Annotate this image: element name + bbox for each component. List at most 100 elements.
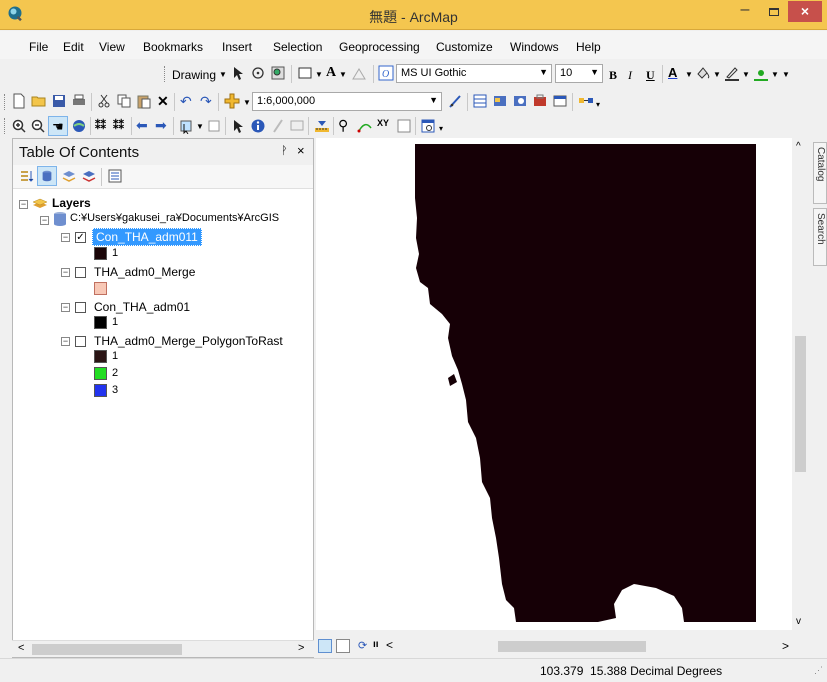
rectangle-dropdown-icon[interactable]: ▼ bbox=[315, 70, 323, 79]
save-icon[interactable] bbox=[51, 93, 67, 109]
layer-visibility-checkbox[interactable] bbox=[75, 336, 86, 347]
table-of-contents-icon[interactable] bbox=[472, 93, 488, 109]
refresh-icon[interactable]: ⟳ bbox=[358, 639, 367, 652]
add-data-icon[interactable] bbox=[224, 93, 240, 109]
go-to-xy-icon[interactable]: XY bbox=[377, 118, 389, 128]
toolbar-options-icon[interactable]: ▾ bbox=[439, 124, 443, 133]
expander-collapse[interactable]: − bbox=[40, 216, 49, 225]
pause-icon[interactable]: ıı bbox=[373, 639, 379, 650]
scroll-up-icon[interactable]: ^ bbox=[796, 141, 801, 152]
font-color-button[interactable]: A bbox=[668, 65, 677, 80]
maximize-button[interactable] bbox=[761, 2, 787, 22]
select-elements-icon[interactable] bbox=[230, 65, 246, 81]
time-slider-icon[interactable] bbox=[396, 118, 412, 134]
new-text-icon[interactable]: A bbox=[326, 65, 336, 81]
menu-customize[interactable]: Customize bbox=[436, 40, 493, 54]
clear-selection-icon[interactable] bbox=[206, 118, 222, 134]
line-color-icon[interactable] bbox=[724, 65, 740, 81]
identify-icon[interactable] bbox=[250, 118, 266, 134]
menu-edit[interactable]: Edit bbox=[63, 40, 84, 54]
paste-icon[interactable] bbox=[136, 93, 152, 109]
drawing-dropdown-arrow-icon[interactable]: ▼ bbox=[219, 70, 227, 79]
list-by-selection-icon[interactable] bbox=[81, 168, 97, 184]
previous-extent-icon[interactable]: ⬅ bbox=[136, 117, 148, 134]
scroll-thumb[interactable] bbox=[498, 641, 646, 652]
close-icon[interactable]: × bbox=[297, 143, 305, 158]
close-button[interactable]: × bbox=[788, 1, 822, 22]
arctoolbox-icon[interactable] bbox=[532, 93, 548, 109]
fixed-zoom-out-icon[interactable]: ⁑⁑ bbox=[113, 119, 124, 132]
toolbar-grip[interactable] bbox=[4, 94, 7, 110]
layer-name[interactable]: Con_THA_adm01 bbox=[94, 300, 190, 314]
list-by-source-button[interactable] bbox=[37, 166, 57, 186]
layer-visibility-checkbox[interactable] bbox=[75, 267, 86, 278]
menu-selection[interactable]: Selection bbox=[273, 40, 322, 54]
expander-collapse[interactable]: − bbox=[61, 303, 70, 312]
menu-bookmarks[interactable]: Bookmarks bbox=[143, 40, 203, 54]
catalog-tab[interactable]: Catalog bbox=[813, 142, 827, 204]
legend-swatch[interactable] bbox=[94, 282, 107, 295]
print-icon[interactable] bbox=[71, 93, 87, 109]
list-by-visibility-icon[interactable] bbox=[61, 168, 77, 184]
zoom-to-elements-icon[interactable] bbox=[270, 65, 286, 81]
scroll-thumb[interactable] bbox=[32, 644, 182, 655]
layer-name[interactable]: THA_adm0_Merge bbox=[94, 265, 195, 279]
toolbar-options-icon[interactable]: ▾ bbox=[596, 100, 600, 109]
layer-visibility-checkbox[interactable] bbox=[75, 302, 86, 313]
line-color-dropdown-icon[interactable]: ▼ bbox=[742, 70, 750, 79]
minimize-button[interactable]: – bbox=[731, 2, 759, 22]
expander-collapse[interactable]: − bbox=[19, 200, 28, 209]
marker-color-icon[interactable] bbox=[753, 65, 769, 81]
html-popup-icon[interactable] bbox=[289, 118, 305, 134]
toolbar-grip[interactable] bbox=[164, 66, 167, 82]
layer-visibility-checkbox[interactable]: ✓ bbox=[75, 232, 86, 243]
menu-view[interactable]: View bbox=[99, 40, 125, 54]
legend-swatch[interactable] bbox=[94, 367, 107, 380]
fill-color-icon[interactable] bbox=[695, 65, 711, 81]
data-frame-label[interactable]: Layers bbox=[52, 196, 91, 210]
find-binoculars-icon[interactable]: ⚲ bbox=[338, 117, 348, 134]
full-extent-icon[interactable] bbox=[71, 118, 87, 134]
legend-swatch[interactable] bbox=[94, 350, 107, 363]
expander-collapse[interactable]: − bbox=[61, 268, 70, 277]
scroll-left-icon[interactable]: < bbox=[386, 638, 393, 652]
cut-icon[interactable] bbox=[96, 93, 112, 109]
font-size-select[interactable]: 10 ▼ bbox=[555, 64, 603, 83]
list-by-drawing-order-icon[interactable] bbox=[19, 168, 35, 184]
rectangle-icon[interactable] bbox=[297, 65, 313, 81]
map-horizontal-scrollbar[interactable]: > bbox=[456, 638, 808, 655]
search-window-icon[interactable] bbox=[512, 93, 528, 109]
expander-collapse[interactable]: − bbox=[61, 233, 70, 242]
hyperlink-icon[interactable] bbox=[270, 118, 286, 134]
legend-swatch[interactable] bbox=[94, 247, 107, 260]
open-folder-icon[interactable] bbox=[31, 93, 47, 109]
expander-collapse[interactable]: − bbox=[61, 337, 70, 346]
menu-file[interactable]: File bbox=[29, 40, 48, 54]
resize-grip-icon[interactable]: ⋰ bbox=[814, 665, 823, 676]
scroll-right-icon[interactable]: > bbox=[298, 642, 304, 654]
next-extent-icon[interactable]: ➡ bbox=[155, 117, 167, 134]
search-tab[interactable]: Search bbox=[813, 208, 827, 266]
create-viewer-window-icon[interactable] bbox=[420, 118, 436, 134]
pan-tool-button[interactable]: ☚ bbox=[48, 116, 68, 136]
data-view-button[interactable] bbox=[318, 639, 332, 653]
editor-toolbar-icon[interactable] bbox=[448, 93, 464, 109]
new-document-icon[interactable] bbox=[11, 93, 27, 109]
select-dropdown-icon[interactable]: ▼ bbox=[196, 122, 204, 131]
scroll-right-icon[interactable]: > bbox=[782, 639, 789, 653]
map-vertical-scrollbar[interactable]: ^ v bbox=[792, 138, 809, 630]
rotate-icon[interactable] bbox=[250, 65, 266, 81]
fill-color-dropdown-icon[interactable]: ▼ bbox=[713, 70, 721, 79]
font-color-dropdown-icon[interactable]: ▼ bbox=[685, 70, 693, 79]
options-icon[interactable] bbox=[107, 168, 123, 184]
add-data-dropdown-icon[interactable]: ▼ bbox=[243, 98, 251, 107]
scroll-left-icon[interactable]: < bbox=[18, 642, 24, 654]
python-window-icon[interactable] bbox=[552, 93, 568, 109]
menu-help[interactable]: Help bbox=[576, 40, 601, 54]
zoom-out-icon[interactable] bbox=[30, 118, 46, 134]
edit-vertices-icon[interactable] bbox=[351, 65, 367, 81]
pin-icon[interactable]: ᚹ bbox=[281, 145, 288, 157]
raster-map-canvas[interactable] bbox=[316, 138, 792, 630]
find-route-icon[interactable] bbox=[357, 118, 373, 134]
underline-button[interactable]: U bbox=[646, 68, 655, 83]
